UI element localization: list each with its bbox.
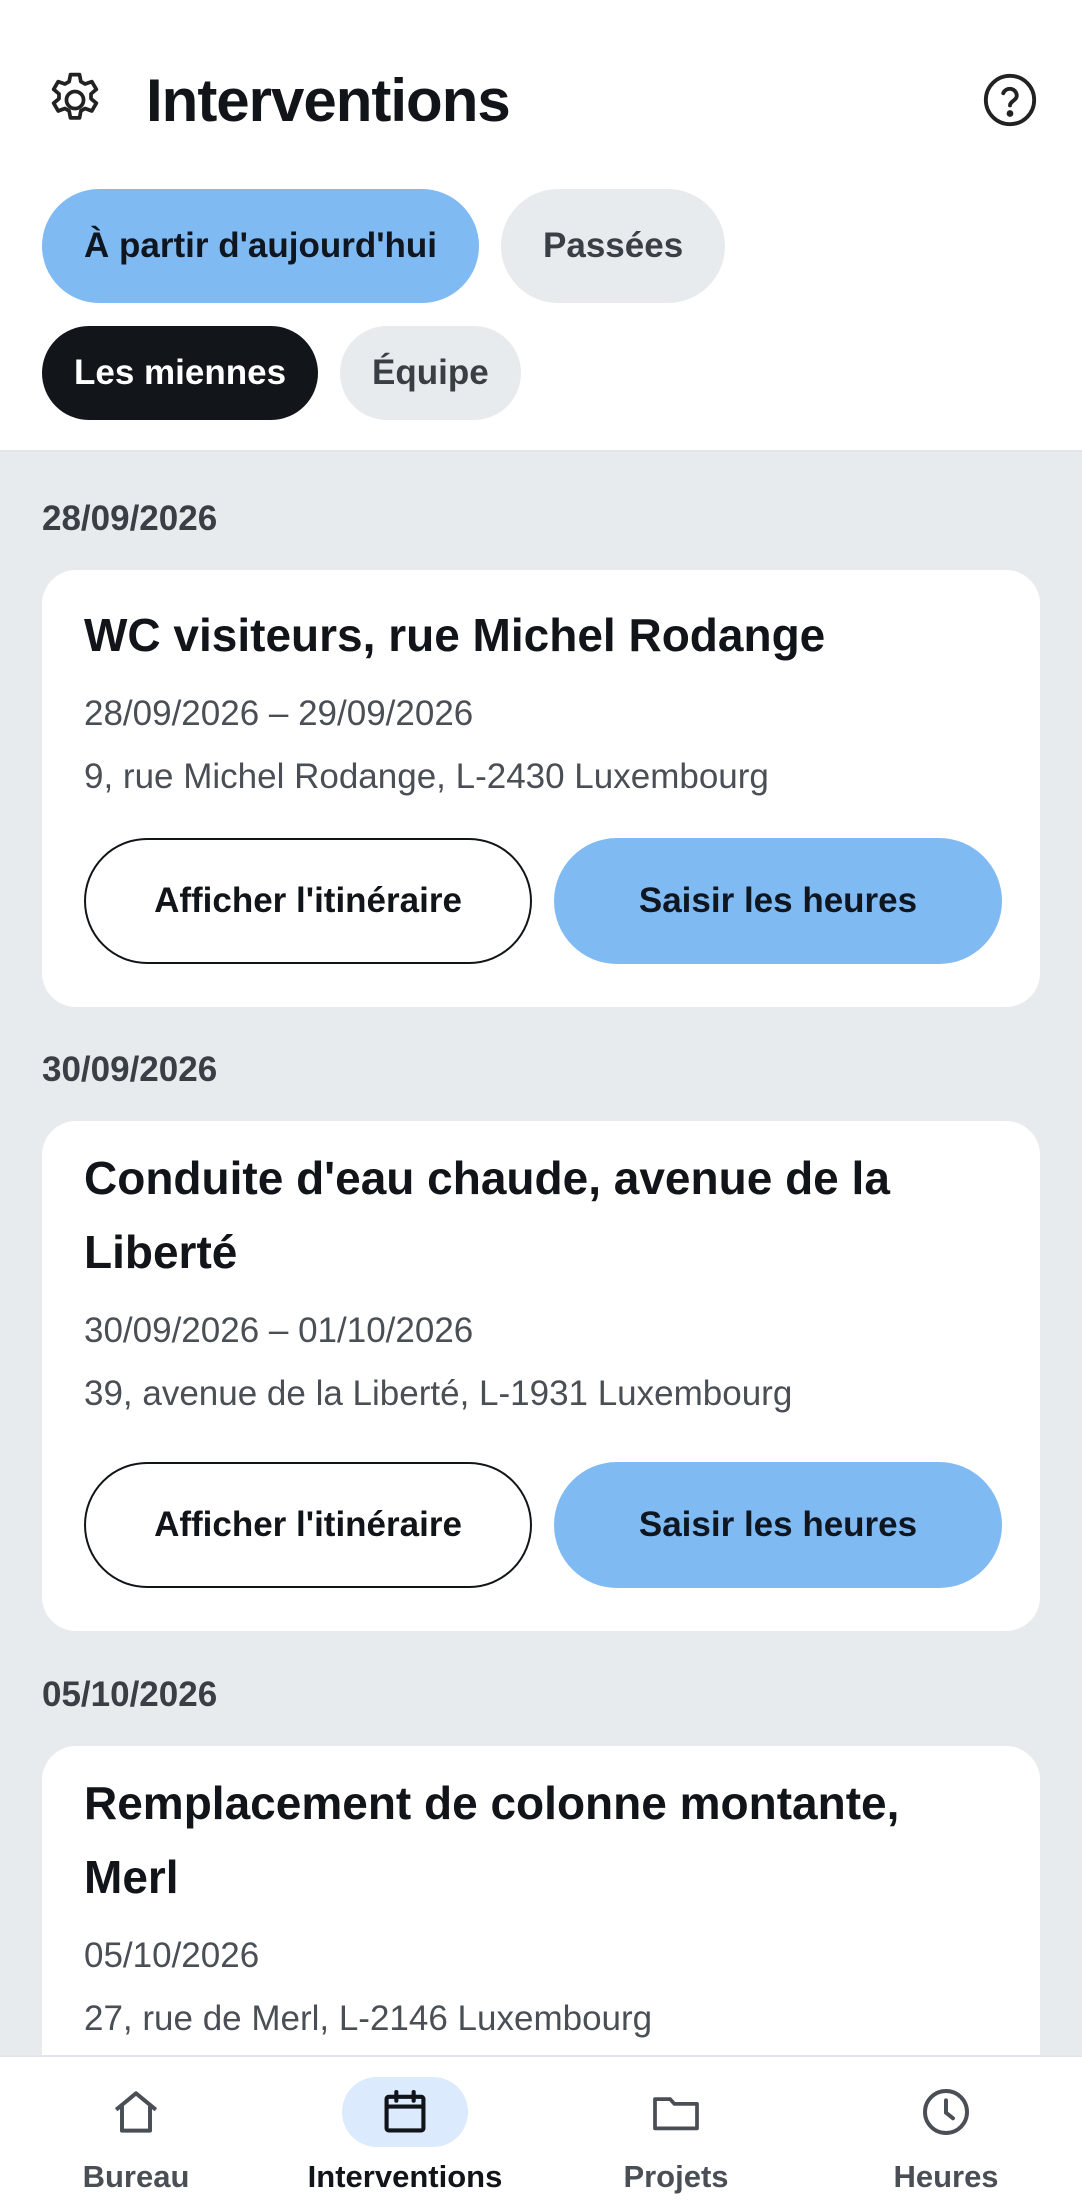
title-row: Interventions [42, 60, 1040, 140]
card-address: 27, rue de Merl, L-2146 Luxembourg [84, 1999, 653, 2038]
card-dates: 28/09/2026 – 29/09/2026 [84, 694, 474, 733]
header: Interventions À partir d'aujourd'hui Pas… [0, 0, 1082, 452]
clock-icon [883, 2077, 1009, 2147]
card-dates: 30/09/2026 – 01/10/2026 [84, 1311, 474, 1350]
card-title-line: Merl [84, 1851, 179, 1903]
nav-label: Bureau [82, 2159, 190, 2194]
calendar-icon [342, 2077, 468, 2147]
card-title-line: Liberté [84, 1226, 238, 1278]
card-title: WC visiteurs, rue Michel Rodange [84, 598, 980, 672]
intervention-card[interactable]: WC visiteurs, rue Michel Rodange 28/09/2… [42, 570, 1040, 1007]
nav-item-interventions[interactable]: Interventions [275, 2069, 535, 2199]
bottom-nav: Bureau Interventions Projets Heures [0, 2055, 1082, 2202]
nav-item-projets[interactable]: Projets [546, 2069, 806, 2199]
date-heading: 30/09/2026 [42, 1050, 218, 1089]
nav-label: Projets [623, 2159, 729, 2194]
help-circle-icon[interactable] [980, 70, 1040, 130]
nav-label: Interventions [307, 2159, 503, 2194]
card-address: 39, avenue de la Liberté, L-1931 Luxembo… [84, 1374, 793, 1413]
gear-icon[interactable] [42, 67, 108, 133]
nav-item-heures[interactable]: Heures [816, 2069, 1076, 2199]
enter-hours-button[interactable]: Saisir les heures [554, 838, 1002, 964]
card-title: Remplacement de colonne montante, Merl [84, 1766, 980, 1914]
scope-filter: Les miennes Équipe [42, 326, 521, 420]
show-route-button[interactable]: Afficher l'itinéraire [84, 838, 532, 964]
interventions-list[interactable]: 28/09/2026 WC visiteurs, rue Michel Roda… [0, 452, 1082, 2055]
show-route-button[interactable]: Afficher l'itinéraire [84, 1462, 532, 1588]
filter-mine[interactable]: Les miennes [42, 326, 319, 420]
nav-item-bureau[interactable]: Bureau [6, 2069, 266, 2199]
date-heading: 28/09/2026 [42, 499, 218, 538]
filter-past[interactable]: Passées [501, 189, 726, 303]
nav-label: Heures [893, 2159, 999, 2194]
page-title: Interventions [146, 66, 511, 134]
app-screen: Interventions À partir d'aujourd'hui Pas… [0, 0, 1082, 2202]
enter-hours-button[interactable]: Saisir les heures [554, 1462, 1002, 1588]
folder-icon [613, 2077, 739, 2147]
time-filter: À partir d'aujourd'hui Passées [42, 189, 726, 303]
intervention-card[interactable]: Remplacement de colonne montante, Merl 0… [42, 1746, 1040, 2055]
card-dates: 05/10/2026 [84, 1936, 260, 1975]
intervention-card[interactable]: Conduite d'eau chaude, avenue de la Libe… [42, 1121, 1040, 1631]
date-heading: 05/10/2026 [42, 1675, 218, 1714]
card-title: Conduite d'eau chaude, avenue de la Libe… [84, 1141, 980, 1289]
filter-team[interactable]: Équipe [340, 326, 521, 420]
card-address: 9, rue Michel Rodange, L-2430 Luxembourg [84, 757, 769, 796]
card-title-line: WC visiteurs, rue Michel Rodange [84, 609, 826, 661]
filter-from-today[interactable]: À partir d'aujourd'hui [42, 189, 480, 303]
card-title-line: Conduite d'eau chaude, avenue de la [84, 1152, 890, 1204]
home-icon [73, 2077, 199, 2147]
card-title-line: Remplacement de colonne montante, [84, 1777, 900, 1829]
